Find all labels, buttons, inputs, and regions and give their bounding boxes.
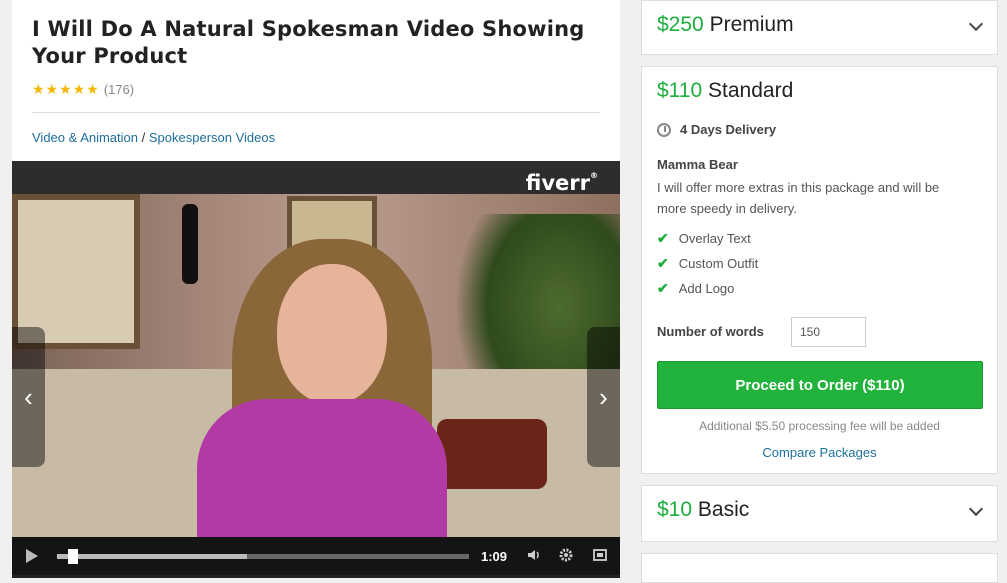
buffered-bar bbox=[57, 554, 247, 559]
feature-item: ✔ Overlay Text bbox=[657, 230, 751, 246]
pillow bbox=[437, 419, 547, 489]
rating: ★★★★★ (176) bbox=[32, 80, 134, 98]
compare-packages-link[interactable]: Compare Packages bbox=[642, 445, 997, 460]
star-rating-icon: ★★★★★ bbox=[32, 80, 100, 97]
breadcrumb: Video & Animation / Spokesperson Videos bbox=[32, 130, 275, 145]
package-name: Premium bbox=[709, 13, 794, 36]
chevron-left-icon: ‹ bbox=[24, 381, 33, 412]
package-title: Mamma Bear bbox=[657, 157, 738, 172]
wall-picture bbox=[12, 194, 140, 349]
fee-note: Additional $5.50 processing fee will be … bbox=[699, 419, 940, 433]
previous-slide-button[interactable]: ‹ bbox=[12, 327, 45, 467]
package-header: $110 Standard bbox=[657, 79, 793, 103]
gig-card: I Will Do A Natural Spokesman Video Show… bbox=[12, 0, 620, 578]
feature-item: ✔ Custom Outfit bbox=[657, 255, 759, 271]
divider bbox=[32, 112, 600, 113]
presenter-shirt bbox=[197, 399, 447, 544]
breadcrumb-category[interactable]: Video & Animation bbox=[32, 130, 138, 145]
check-icon: ✔ bbox=[657, 280, 669, 296]
gear-icon[interactable] bbox=[558, 547, 574, 568]
breadcrumb-separator: / bbox=[141, 130, 146, 145]
words-input[interactable] bbox=[791, 317, 866, 347]
proceed-to-order-button[interactable]: Proceed to Order ($110) bbox=[657, 361, 983, 409]
play-icon[interactable] bbox=[26, 549, 38, 563]
package-name: Basic bbox=[697, 498, 750, 521]
package-basic[interactable]: $10 Basic bbox=[641, 485, 998, 542]
delivery-time: 4 Days Delivery bbox=[657, 122, 776, 137]
check-icon: ✔ bbox=[657, 255, 669, 271]
video-header: fiverr® bbox=[12, 161, 620, 195]
chevron-down-icon[interactable] bbox=[968, 16, 984, 32]
fullscreen-icon[interactable] bbox=[592, 547, 608, 568]
breadcrumb-subcategory[interactable]: Spokesperson Videos bbox=[149, 130, 275, 145]
package-price: $110 bbox=[657, 79, 703, 102]
fiverr-logo: fiverr® bbox=[525, 171, 598, 195]
seek-bar[interactable] bbox=[57, 549, 469, 564]
gig-title: I Will Do A Natural Spokesman Video Show… bbox=[32, 17, 585, 68]
review-count[interactable]: (176) bbox=[104, 82, 134, 97]
check-icon: ✔ bbox=[657, 230, 669, 246]
package-price: $10 bbox=[657, 498, 693, 521]
seek-handle[interactable] bbox=[68, 549, 79, 564]
video-time: 1:09 bbox=[481, 549, 508, 564]
video-frame[interactable]: ‹ › bbox=[12, 194, 620, 544]
video-player[interactable]: fiverr® ‹ › 1:09 bbox=[12, 161, 620, 578]
volume-icon[interactable] bbox=[526, 547, 542, 568]
chevron-right-icon: › bbox=[599, 381, 608, 412]
package-header: $10 Basic bbox=[657, 498, 749, 522]
presenter-face bbox=[277, 264, 387, 404]
package-name: Standard bbox=[708, 79, 794, 102]
package-card-partial bbox=[641, 553, 998, 583]
package-price: $250 bbox=[657, 13, 704, 36]
package-header: $250 Premium bbox=[657, 13, 794, 37]
package-standard: $110 Standard 4 Days Delivery Mamma Bear… bbox=[641, 66, 998, 474]
wall-sconce bbox=[182, 204, 198, 284]
feature-item: ✔ Add Logo bbox=[657, 280, 735, 296]
next-slide-button[interactable]: › bbox=[587, 327, 620, 467]
words-label: Number of words bbox=[657, 324, 764, 339]
video-controls: 1:09 bbox=[12, 537, 620, 575]
package-premium[interactable]: $250 Premium bbox=[641, 0, 998, 55]
clock-icon bbox=[657, 122, 671, 137]
package-description: I will offer more extras in this package… bbox=[657, 180, 940, 216]
chevron-down-icon[interactable] bbox=[968, 501, 984, 517]
